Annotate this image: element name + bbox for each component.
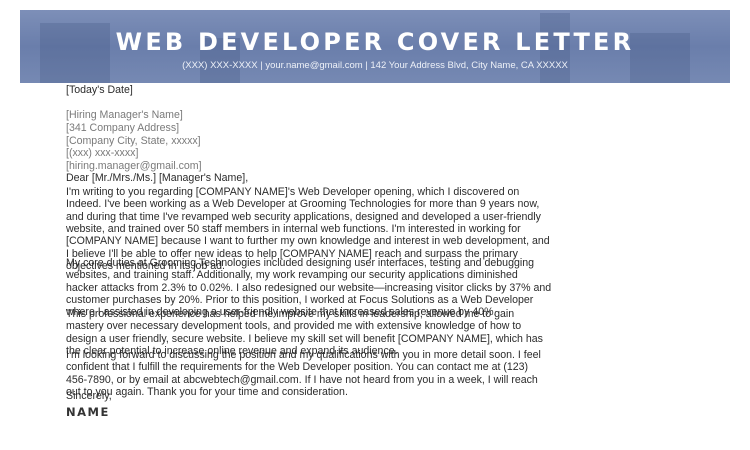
contact-info: (XXX) XXX-XXXX | your.name@gmail.com | 1… bbox=[182, 60, 568, 71]
paragraph-line: Indeed. I've been working as a Web Devel… bbox=[66, 198, 540, 211]
recipient-line: [hiring.manager@gmail.com] bbox=[66, 160, 202, 173]
paragraph-line: confident that I fulfill the requirement… bbox=[66, 361, 529, 374]
paragraph-line: [COMPANY NAME] because I want to further… bbox=[66, 235, 550, 248]
recipient-line: [Hiring Manager's Name] bbox=[66, 109, 183, 121]
header-banner: WEB DEVELOPER COVER LETTER (XXX) XXX-XXX… bbox=[20, 10, 730, 83]
paragraph-line: My core duties at Grooming Technologies … bbox=[66, 257, 534, 269]
paragraph-line: 456-7890, or by email at abcwebtech@gmai… bbox=[66, 373, 538, 386]
closing: Sincerely, bbox=[66, 390, 112, 402]
paragraph-line: customer purchases by 20%. Prior to this… bbox=[66, 293, 534, 306]
date-line: [Today's Date] bbox=[66, 84, 133, 96]
paragraph-line: and during that time I've revamped web s… bbox=[66, 210, 541, 223]
paragraph-line: This professional experience has helped … bbox=[66, 308, 515, 320]
salutation: Dear [Mr./Mrs./Ms.] [Manager's Name], bbox=[66, 172, 249, 184]
paragraph-line: hacker attacks from 2.3% to 0.02%. I als… bbox=[66, 281, 552, 294]
paragraph-line: I'm writing to you regarding [COMPANY NA… bbox=[66, 186, 520, 198]
paragraph-line: website, and trained over 50 staff membe… bbox=[66, 222, 521, 235]
recipient-line: [(xxx) xxx-xxxx] bbox=[66, 147, 139, 160]
page-title: WEB DEVELOPER COVER LETTER bbox=[115, 28, 635, 56]
signature-name: NAME bbox=[66, 405, 110, 419]
recipient-line: [341 Company Address] bbox=[66, 121, 180, 134]
paragraph-line: mastery over necessary development tools… bbox=[66, 320, 522, 333]
paragraph-line: I'm looking forward to discussing the po… bbox=[66, 349, 541, 361]
recipient-line: [Company City, State, xxxxx] bbox=[66, 134, 201, 147]
paragraph-line: websites, and training staff. Additional… bbox=[66, 269, 518, 282]
paragraph-line: design a user friendly, secure website. … bbox=[66, 332, 543, 345]
